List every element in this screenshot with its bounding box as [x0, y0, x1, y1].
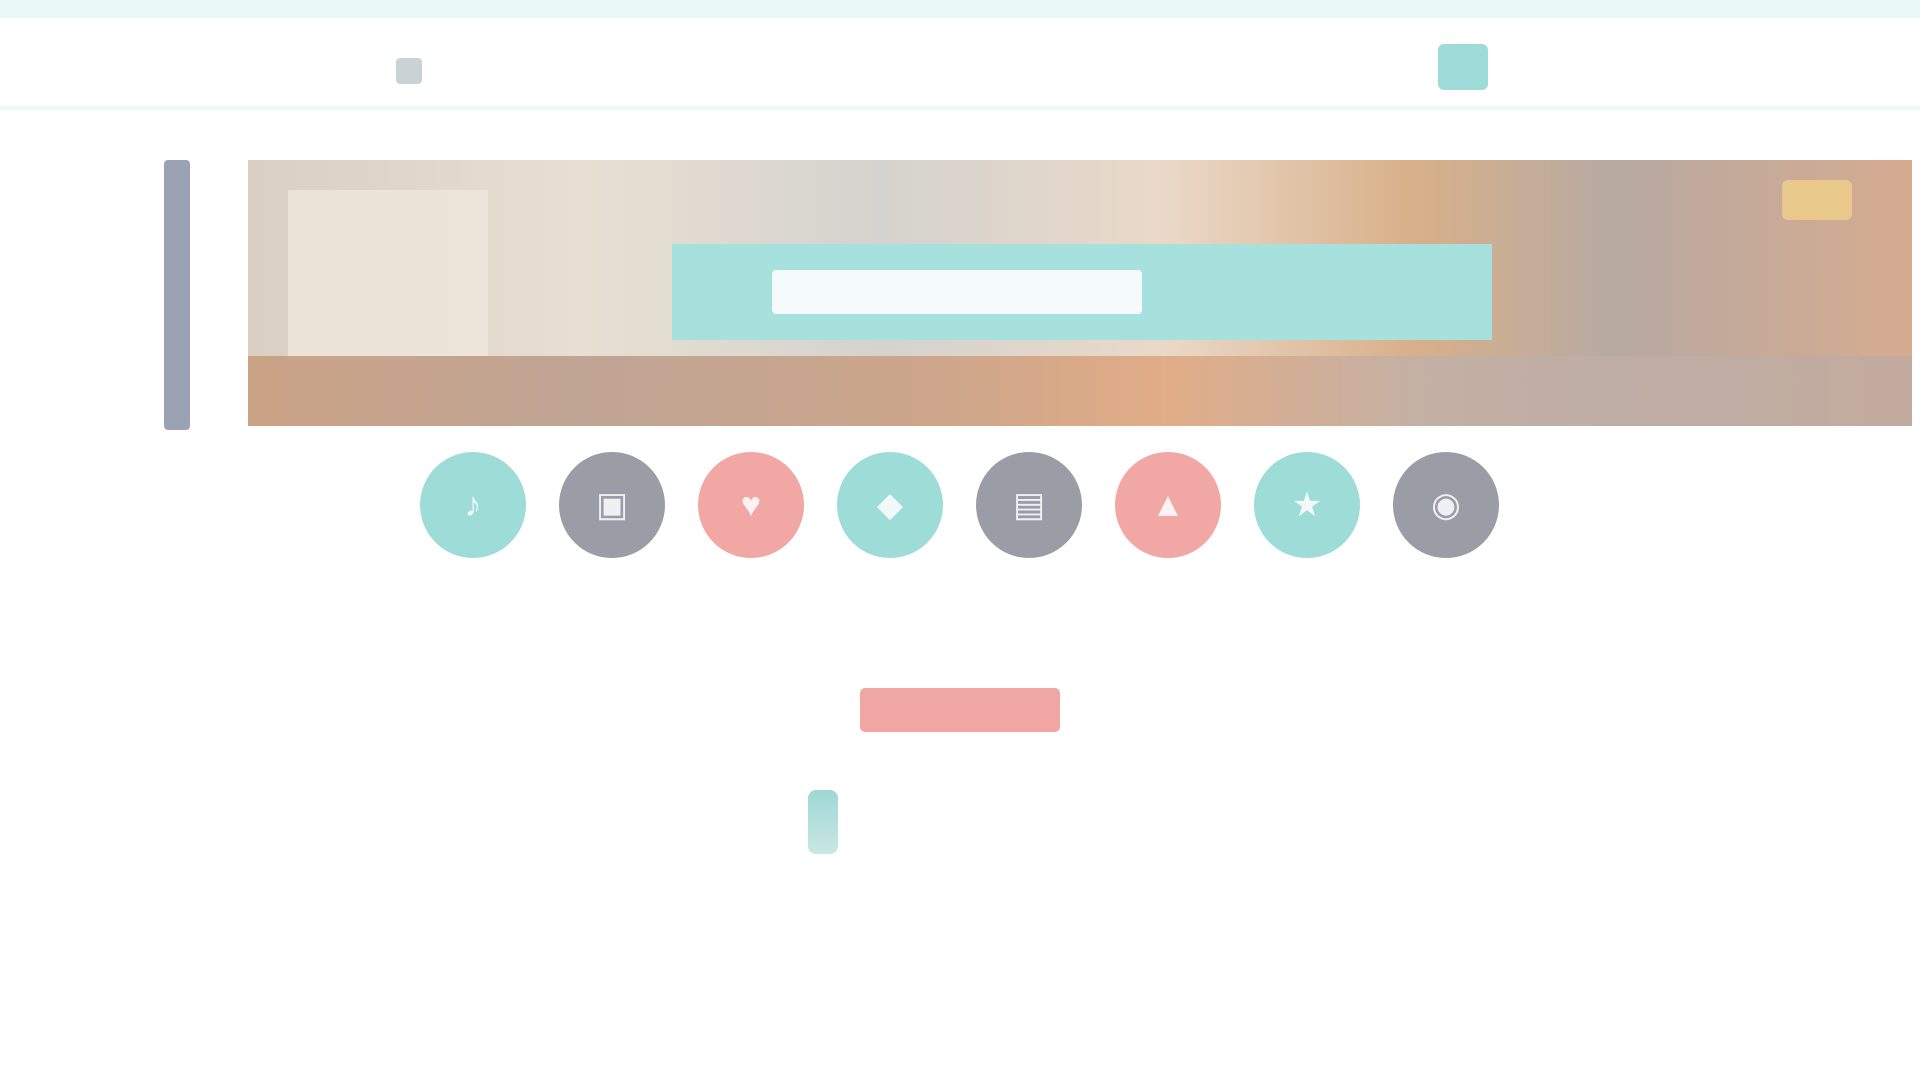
- sidebar-cell[interactable]: [66, 265, 102, 290]
- heart-icon: ♥: [740, 485, 762, 524]
- search-input[interactable]: [772, 270, 1142, 314]
- sidebar-cell[interactable]: [14, 265, 50, 290]
- brand-mark-icon: [808, 790, 838, 854]
- category-circle: ◆: [837, 452, 943, 558]
- sidebar-cell[interactable]: [66, 335, 102, 360]
- sidebar-cell[interactable]: [118, 335, 154, 360]
- sidebar-cell[interactable]: [66, 160, 102, 185]
- sidebar-cell[interactable]: [118, 300, 154, 325]
- top-stripe: [0, 0, 1920, 18]
- cart-icon: [1438, 44, 1488, 90]
- category-circle: ◉: [1393, 452, 1499, 558]
- category-item[interactable]: ▣: [559, 452, 665, 630]
- sidebar-cell[interactable]: [66, 300, 102, 325]
- category-item[interactable]: ★: [1254, 452, 1360, 630]
- category-item[interactable]: ◆: [837, 452, 943, 630]
- category-item[interactable]: ▲: [1115, 452, 1221, 630]
- sidebar-cell[interactable]: [14, 335, 50, 360]
- sidebar-cell[interactable]: [118, 195, 154, 220]
- sidebar-cell[interactable]: [118, 265, 154, 290]
- sidebar-cell[interactable]: [66, 370, 102, 395]
- sidebar-cell[interactable]: [14, 195, 50, 220]
- sidebar-cell[interactable]: [118, 160, 154, 185]
- cta-button[interactable]: [860, 688, 1060, 732]
- category-list: ♪ ▣ ♥ ◆ ▤ ▲ ★ ◉: [420, 452, 1499, 630]
- gift-icon: ▤: [1012, 486, 1046, 524]
- category-circle: ▲: [1115, 452, 1221, 558]
- sidebar-cell[interactable]: [118, 370, 154, 395]
- music-note-icon: ♪: [464, 485, 482, 524]
- header: [0, 18, 1920, 108]
- tag-icon: ◆: [876, 486, 904, 524]
- category-circle: ♪: [420, 452, 526, 558]
- sidebar-cell[interactable]: [14, 405, 50, 430]
- sidebar-cell[interactable]: [14, 370, 50, 395]
- bag-icon: ▣: [595, 486, 629, 524]
- sidebar-cell[interactable]: [66, 195, 102, 220]
- hero-search-panel: [672, 244, 1492, 340]
- sidebar-scrollbar[interactable]: [164, 160, 190, 430]
- category-circle: ★: [1254, 452, 1360, 558]
- category-item[interactable]: ♥: [698, 452, 804, 630]
- category-item[interactable]: ▤: [976, 452, 1082, 630]
- hero-furniture-image: [248, 356, 1912, 426]
- category-item[interactable]: ♪: [420, 452, 526, 630]
- hero-banner: [248, 160, 1912, 426]
- category-circle: ▣: [559, 452, 665, 558]
- brand-logo: [808, 790, 878, 854]
- category-circle: ▤: [976, 452, 1082, 558]
- sidebar-cell[interactable]: [14, 230, 50, 255]
- sidebar-cell[interactable]: [66, 230, 102, 255]
- sidebar-cell[interactable]: [118, 230, 154, 255]
- camera-icon: ◉: [1431, 486, 1461, 524]
- category-circle: ♥: [698, 452, 804, 558]
- logo-icon: [396, 58, 422, 84]
- header-divider: [0, 106, 1920, 110]
- category-item[interactable]: ◉: [1393, 452, 1499, 630]
- hero-lamp-image: [1782, 180, 1852, 220]
- sidebar-cell[interactable]: [14, 160, 50, 185]
- sidebar-grid: [14, 160, 154, 430]
- hero-window-image: [288, 190, 488, 360]
- home-icon: ▲: [1151, 485, 1185, 524]
- star-icon: ★: [1291, 486, 1323, 524]
- site-logo[interactable]: [396, 58, 432, 84]
- sidebar-cell[interactable]: [14, 300, 50, 325]
